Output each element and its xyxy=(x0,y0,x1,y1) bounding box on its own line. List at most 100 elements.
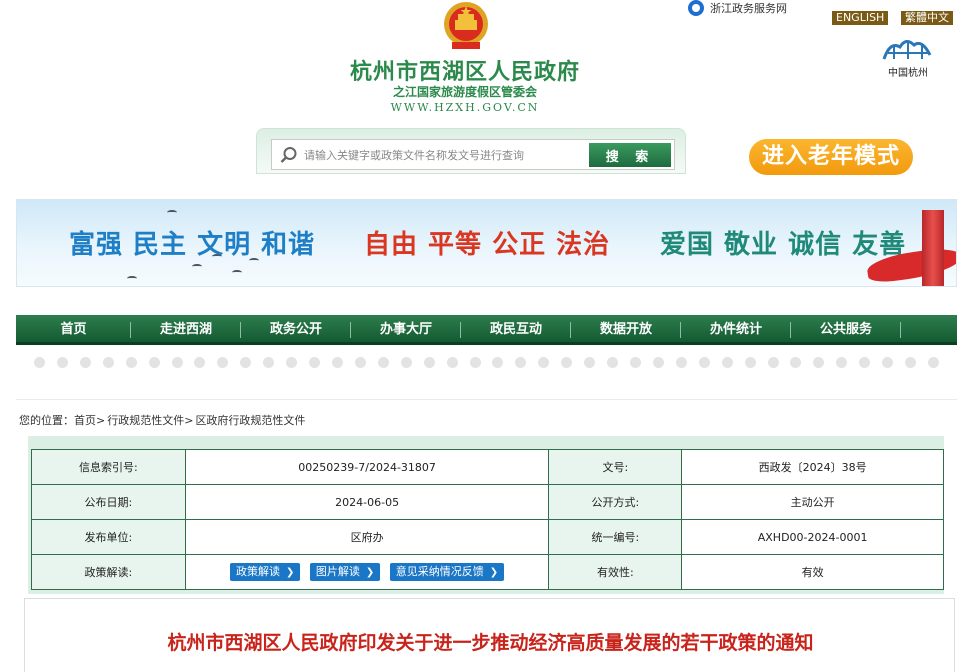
decorative-dot xyxy=(492,357,504,368)
table-row: 发布单位: 区府办 统一编号: AXHD00-2024-0001 xyxy=(31,519,944,555)
serial-value: AXHD00-2024-0001 xyxy=(681,519,944,555)
decorative-dot xyxy=(790,357,802,368)
decorative-dot xyxy=(34,357,45,368)
decorative-dot xyxy=(882,357,894,368)
decorative-dot xyxy=(698,357,710,368)
breadcrumb-prefix: 您的位置： xyxy=(19,414,74,427)
document-info-table: 信息索引号: 00250239-7/2024-31807 文号: 西政发〔202… xyxy=(31,449,944,590)
index-label: 信息索引号: xyxy=(31,449,186,485)
table-row: 信息索引号: 00250239-7/2024-31807 文号: 西政发〔202… xyxy=(31,449,944,485)
decorative-dot xyxy=(675,357,687,368)
decorative-dot xyxy=(836,357,848,368)
picture-interpretation-button[interactable]: 图片解读 ❯ xyxy=(309,563,381,581)
feedback-button[interactable]: 意见采纳情况反馈 ❯ xyxy=(389,563,505,581)
breadcrumb: 您的位置： 首页> 行政规范性文件> 区政府行政规范性文件 xyxy=(19,412,305,428)
search-button[interactable]: 搜 索 xyxy=(589,143,671,167)
decorative-dot xyxy=(286,357,298,368)
banner-text-3: 爱国 敬业 诚信 友善 xyxy=(660,230,907,260)
article-title: 杭州市西湖区人民政府印发关于进一步推动经济高质量发展的若干政策的通知 xyxy=(167,632,814,654)
decorative-dot xyxy=(905,357,917,368)
decorative-dot xyxy=(607,357,619,368)
decorative-dot xyxy=(171,357,183,368)
search-input[interactable] xyxy=(304,145,574,165)
bird-icon xyxy=(232,270,242,275)
decorative-dot xyxy=(813,357,825,368)
nav-item-gov-affairs[interactable]: 政务公开 xyxy=(241,315,351,345)
open-mode-value: 主动公开 xyxy=(681,484,944,520)
elder-mode-button[interactable]: 进入老年模式 xyxy=(749,139,913,175)
nav-item-home[interactable]: 首页 xyxy=(16,315,131,345)
bird-icon xyxy=(167,210,177,215)
decorative-dot xyxy=(125,357,137,368)
huabiao-pillar-decoration xyxy=(922,210,944,286)
decorative-dot xyxy=(263,357,275,368)
core-values-banner: 富强 民主 文明 和谐 自由 平等 公正 法治 爱国 敬业 诚信 友善 xyxy=(16,199,957,287)
nav-item-public-service[interactable]: 公共服务 xyxy=(791,315,901,345)
chevron-right-icon: ❯ xyxy=(286,567,295,578)
main-nav: 首页 走进西湖 政务公开 办事大厅 政民互动 数据开放 办件统计 公共服务 xyxy=(16,315,957,345)
policy-interpretation-button[interactable]: 政策解读 ❯ xyxy=(230,563,301,581)
picture-interpretation-label: 图片解读 xyxy=(315,565,360,578)
validity-value: 有效 xyxy=(681,554,944,590)
chevron-right-icon: ❯ xyxy=(489,567,499,578)
table-row: 公布日期: 2024-06-05 公开方式: 主动公开 xyxy=(31,484,944,520)
decorative-dot xyxy=(584,357,596,368)
decorative-dot xyxy=(446,357,458,368)
decorative-dot xyxy=(217,357,229,368)
policy-interpretation-label: 政策解读 xyxy=(236,565,281,578)
open-mode-label: 公开方式: xyxy=(548,484,683,520)
decorative-dot xyxy=(767,357,779,368)
decorative-dot xyxy=(515,357,527,368)
decorative-dot xyxy=(194,357,206,368)
doc-number-value: 西政发〔2024〕38号 xyxy=(681,449,944,485)
decorative-dot xyxy=(331,357,343,368)
national-emblem-icon xyxy=(444,2,488,49)
zj-service-label: 浙江政务服务网 xyxy=(710,2,787,15)
banner-text-1: 富强 民主 文明 和谐 xyxy=(69,230,316,260)
breadcrumb-normative-docs[interactable]: 行政规范性文件> xyxy=(107,412,193,428)
banner-text-2: 自由 平等 公正 法治 xyxy=(364,230,611,260)
decorative-dot xyxy=(423,357,435,368)
publish-date-label: 公布日期: xyxy=(31,484,186,520)
zj-service-icon xyxy=(688,0,704,16)
search-icon xyxy=(280,147,297,163)
decorative-dot xyxy=(652,357,664,368)
chevron-right-icon: ❯ xyxy=(365,567,375,578)
decorative-dot xyxy=(79,357,91,368)
decorative-dot xyxy=(859,357,871,368)
document-info-panel: 信息索引号: 00250239-7/2024-31807 文号: 西政发〔202… xyxy=(28,436,944,594)
publish-date-value: 2024-06-05 xyxy=(184,484,550,520)
nav-item-about[interactable]: 走进西湖 xyxy=(131,315,241,345)
decorative-dot xyxy=(377,357,389,368)
site-url: WWW.HZXH.GOV.CN xyxy=(390,101,540,114)
traditional-chinese-link[interactable]: 繁體中文 xyxy=(901,11,953,25)
site-title: 杭州市西湖区人民政府 xyxy=(349,59,580,85)
search-box: 搜 索 xyxy=(271,139,675,170)
publisher-label: 发布单位: xyxy=(31,519,186,555)
decorative-dots xyxy=(16,357,957,371)
english-link[interactable]: ENGLISH xyxy=(832,11,889,25)
site-subtitle: 之江国家旅游度假区管委会 xyxy=(392,85,537,99)
interpretation-label: 政策解读: xyxy=(31,554,186,590)
nav-item-interaction[interactable]: 政民互动 xyxy=(461,315,571,345)
zj-gov-service-link[interactable]: 浙江政务服务网 xyxy=(688,0,787,16)
nav-item-open-data[interactable]: 数据开放 xyxy=(571,315,681,345)
breadcrumb-home[interactable]: 首页> xyxy=(74,412,105,428)
decorative-dot xyxy=(309,357,321,368)
bird-icon xyxy=(127,276,137,281)
serial-label: 统一编号: xyxy=(548,519,683,555)
table-row: 政策解读: 政策解读 ❯ 图片解读 ❯ 意见采纳情况反馈 ❯ 有效性: 有效 xyxy=(31,554,944,590)
nav-item-stats[interactable]: 办件统计 xyxy=(681,315,791,345)
decorative-dot xyxy=(148,357,160,368)
search-area: 搜 索 xyxy=(256,128,686,174)
decorative-dot xyxy=(561,357,573,368)
article-container: 杭州市西湖区人民政府印发关于进一步推动经济高质量发展的若干政策的通知 xyxy=(24,598,955,672)
breadcrumb-district-docs[interactable]: 区政府行政规范性文件 xyxy=(195,412,305,428)
nav-item-service-hall[interactable]: 办事大厅 xyxy=(351,315,461,345)
publisher-value: 区府办 xyxy=(184,519,550,555)
decorative-dot xyxy=(538,357,550,368)
feedback-label: 意见采纳情况反馈 xyxy=(395,565,484,578)
decorative-dot xyxy=(469,357,481,368)
decorative-dot xyxy=(400,357,412,368)
decorative-dot xyxy=(56,357,68,368)
